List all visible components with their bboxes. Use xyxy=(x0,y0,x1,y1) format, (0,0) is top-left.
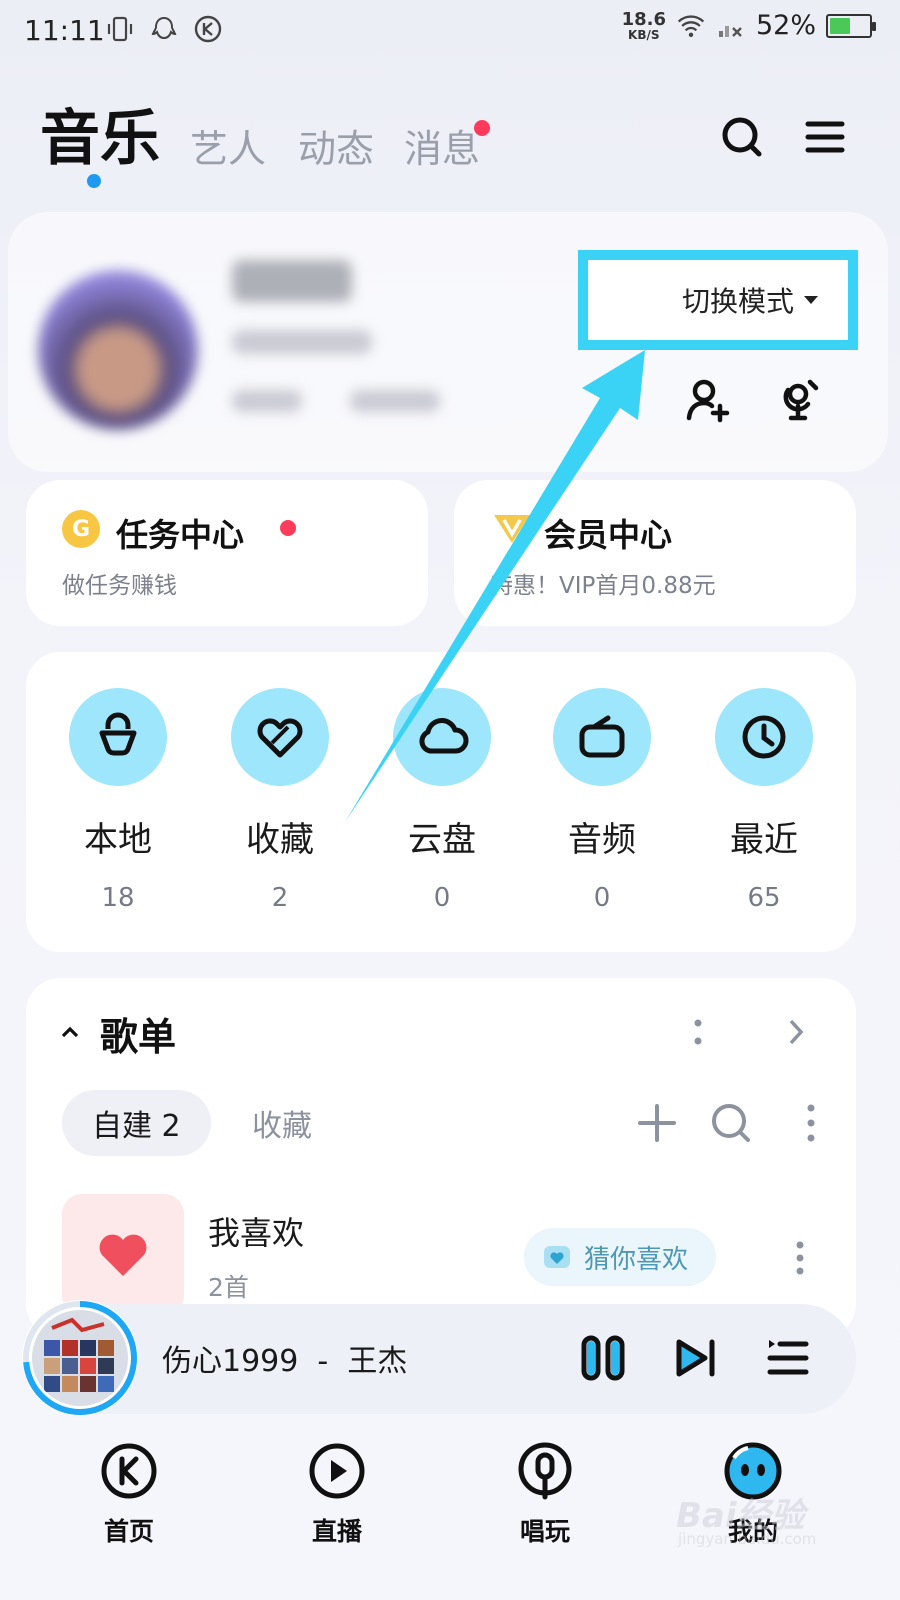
mode-switch-button[interactable]: 切换模式 xyxy=(656,274,819,326)
shortcut-count: 0 xyxy=(593,883,611,913)
task-badge xyxy=(280,520,296,536)
menu-icon[interactable] xyxy=(800,112,850,162)
local-icon xyxy=(69,688,167,786)
shortcut-favorites[interactable]: 收藏 2 xyxy=(220,688,340,913)
album-art[interactable] xyxy=(32,1310,128,1406)
nav-sing-label: 唱玩 xyxy=(519,1517,570,1546)
nav-home[interactable]: 首页 xyxy=(69,1440,189,1548)
battery-icon xyxy=(826,13,876,38)
tab-music[interactable]: 音乐 xyxy=(40,90,160,177)
top-tabs: 音乐 艺人 动态 消息 xyxy=(0,90,900,190)
shortcut-label: 音频 xyxy=(568,820,636,860)
guess-you-like-label: 猜你喜欢 xyxy=(584,1244,689,1275)
shortcut-grid: 本地 18 收藏 2 云盘 0 音频 0 最近 65 xyxy=(26,652,856,952)
playlist-row-count: 2首 xyxy=(208,1273,249,1302)
tab-created-playlists[interactable]: 自建 2 xyxy=(62,1090,211,1156)
guess-you-like-button[interactable]: 猜你喜欢 xyxy=(524,1228,717,1286)
kugou-status-icon xyxy=(193,14,223,44)
chevron-down-icon xyxy=(804,296,819,304)
playlist-queue-icon[interactable] xyxy=(760,1330,816,1386)
add-icon[interactable] xyxy=(634,1100,680,1146)
task-center-subtitle: 做任务赚钱 xyxy=(62,573,177,599)
profile-info-blurred xyxy=(232,330,372,354)
vip-center-card[interactable]: 会员中心 特惠！VIP首月0.88元 xyxy=(454,480,856,626)
nav-live[interactable]: 直播 xyxy=(277,1440,397,1548)
tab-feed[interactable]: 动态 xyxy=(298,118,374,173)
mic-icon xyxy=(514,1440,576,1502)
shortcut-count: 65 xyxy=(747,883,781,913)
shortcut-count: 18 xyxy=(101,883,135,913)
status-bar: 11:11 18.6 KB/S 52% xyxy=(0,0,900,66)
row-more-icon[interactable] xyxy=(788,1238,812,1278)
shortcut-label: 云盘 xyxy=(408,820,476,860)
profile-card: 切换模式 xyxy=(0,212,890,472)
shortcut-audio[interactable]: 音频 0 xyxy=(542,688,662,913)
shortcut-label: 本地 xyxy=(84,820,152,860)
radio-icon xyxy=(553,688,651,786)
tab-artists[interactable]: 艺人 xyxy=(190,118,266,173)
shortcut-label: 收藏 xyxy=(246,820,314,860)
vip-center-title: 会员中心 xyxy=(544,516,673,554)
heart-outline-icon xyxy=(231,688,329,786)
profile-stat-blurred xyxy=(232,390,302,412)
task-center-title: 任务中心 xyxy=(116,516,245,554)
active-tab-indicator xyxy=(87,174,101,188)
wifi-icon xyxy=(676,11,706,41)
collapse-chevron-icon[interactable] xyxy=(60,1022,80,1042)
shortcut-recent[interactable]: 最近 65 xyxy=(704,688,824,913)
tab-collected-playlists[interactable]: 收藏 xyxy=(252,1090,312,1156)
playlist-section: 歌单 自建 2 收藏 我喜欢 2首 猜你喜欢 xyxy=(26,978,856,1338)
shortcut-cloud[interactable]: 云盘 0 xyxy=(382,688,502,913)
vip-diamond-icon xyxy=(490,510,534,546)
kugou-home-icon xyxy=(98,1440,160,1502)
avatar[interactable] xyxy=(38,270,198,430)
shortcut-local[interactable]: 本地 18 xyxy=(58,688,178,913)
heart-icon xyxy=(99,1234,147,1276)
cloud-icon xyxy=(393,688,491,786)
pause-icon[interactable] xyxy=(575,1330,631,1386)
singer-mic-icon[interactable] xyxy=(772,372,828,428)
task-center-card[interactable]: G 任务中心 做任务赚钱 xyxy=(26,480,428,626)
nav-live-label: 直播 xyxy=(311,1517,362,1546)
qq-icon xyxy=(149,14,179,44)
now-playing-title[interactable]: 伤心1999 - 王杰 xyxy=(162,1336,407,1380)
battery-percent: 52% xyxy=(755,10,816,41)
playlist-title: 歌单 xyxy=(100,1015,177,1059)
guess-heart-icon xyxy=(544,1246,570,1268)
username-blurred xyxy=(232,260,352,302)
more-vertical-icon[interactable] xyxy=(788,1100,834,1146)
shortcut-count: 0 xyxy=(433,883,451,913)
nav-sing[interactable]: 唱玩 xyxy=(485,1440,605,1548)
vip-center-subtitle: 特惠！VIP首月0.88元 xyxy=(490,573,716,599)
tab-messages[interactable]: 消息 xyxy=(404,118,480,173)
watermark-url: jingyan.baidu.com xyxy=(678,1530,817,1548)
mode-switch-label: 切换模式 xyxy=(682,285,795,318)
profile-stat-blurred xyxy=(350,390,440,412)
messages-badge xyxy=(474,120,490,136)
chevron-right-icon[interactable] xyxy=(782,1014,810,1050)
clock-icon xyxy=(715,688,813,786)
shortcut-count: 2 xyxy=(271,883,289,913)
live-play-icon xyxy=(306,1440,368,1502)
add-friend-icon[interactable] xyxy=(680,372,736,428)
vibrate-icon xyxy=(105,14,135,44)
playlist-cover xyxy=(62,1194,184,1316)
nav-home-label: 首页 xyxy=(103,1517,154,1546)
search-icon[interactable] xyxy=(717,112,767,162)
playlist-search-icon[interactable] xyxy=(708,1100,754,1146)
coin-icon: G xyxy=(62,510,100,548)
status-icons-right: 18.6 KB/S 52% xyxy=(621,8,876,42)
playlist-row-title: 我喜欢 xyxy=(208,1214,305,1252)
shortcut-label: 最近 xyxy=(730,820,798,860)
next-track-icon[interactable] xyxy=(668,1330,724,1386)
baidu-jingyan-watermark: Bai经验 jingyan.baidu.com xyxy=(676,1488,846,1558)
status-time: 11:11 xyxy=(24,14,105,47)
status-icons-left xyxy=(105,14,223,44)
net-speed: 18.6 KB/S xyxy=(621,8,666,42)
mini-player[interactable] xyxy=(26,1304,856,1414)
battery-fill xyxy=(830,17,850,34)
signal-off-icon xyxy=(716,11,746,41)
playlist-dots-icon[interactable] xyxy=(686,1014,710,1050)
